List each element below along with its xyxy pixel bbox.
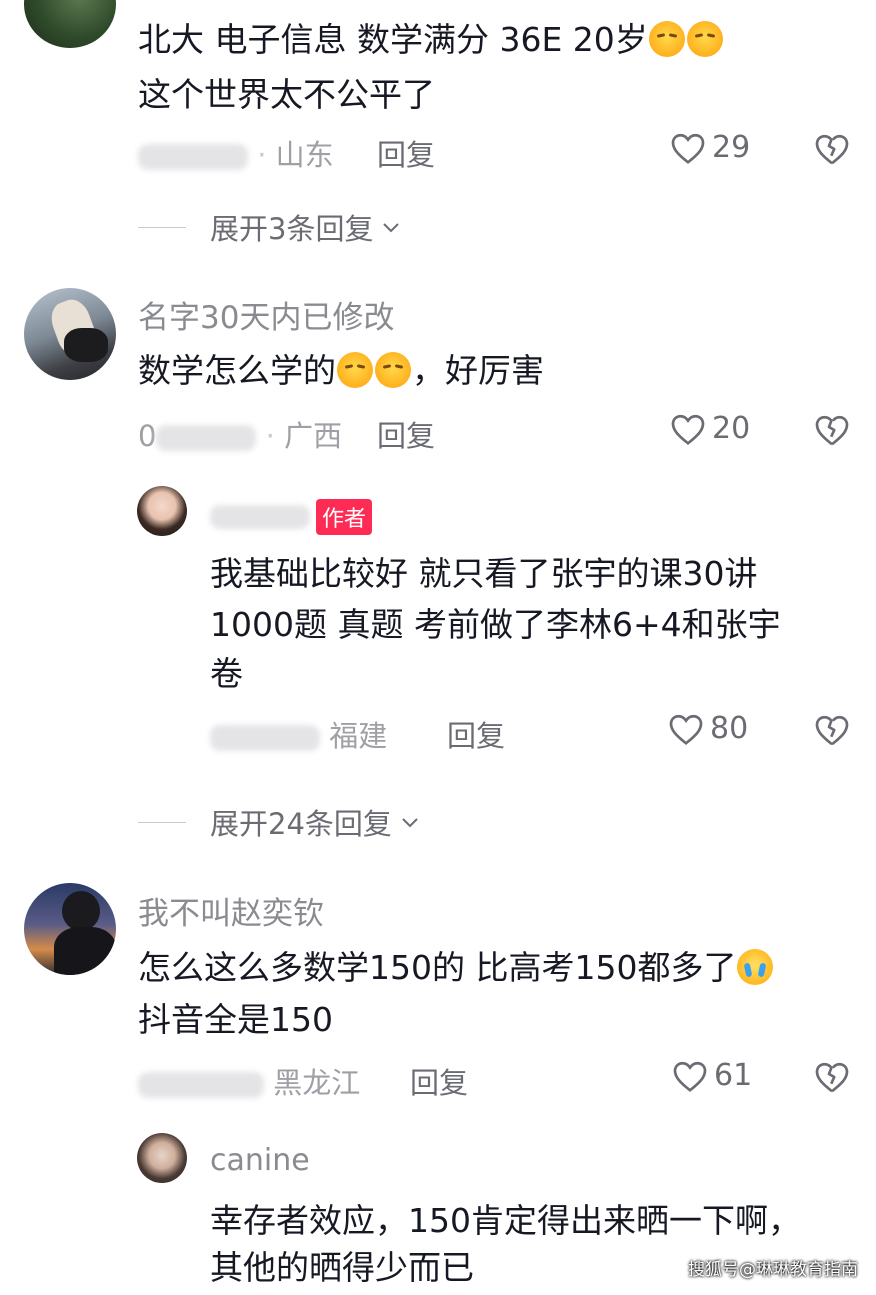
reply-text-line-3: 卷 [210, 654, 243, 693]
comment-text-line-2: 这个世界太不公平了 [138, 75, 435, 114]
laugh-cry-emoji-icon [737, 949, 774, 985]
reply-avatar[interactable] [137, 1133, 187, 1183]
like-button[interactable]: 61 [672, 1058, 752, 1093]
author-badge: 作者 [316, 498, 373, 535]
comment-meta: 黑龙江 [138, 1060, 360, 1102]
reply-text-line-2: 1000题 真题 考前做了李林6+4和张宇 [210, 605, 781, 644]
comment-meta: · 山东 [138, 132, 334, 174]
broken-heart-icon [815, 134, 849, 165]
comment-text-line-2: 抖音全是150 [138, 1000, 333, 1039]
divider [138, 821, 186, 823]
grimace-emoji-icon [648, 21, 685, 57]
chevron-down-icon [402, 818, 418, 828]
reply-button[interactable]: 回复 [377, 413, 435, 455]
commenter-name[interactable]: 我不叫赵奕钦 [138, 888, 324, 933]
like-count: 61 [714, 1058, 753, 1093]
divider [138, 226, 186, 228]
reply-author-name[interactable]: 作者 [210, 497, 373, 535]
redacted-date [210, 725, 320, 751]
author-avatar[interactable] [137, 486, 187, 536]
commenter-name[interactable]: 名字30天内已修改 [138, 292, 394, 337]
comment-text: 数学怎么学的 ，好厉害 [138, 351, 544, 390]
like-count: 80 [710, 711, 749, 746]
expand-replies-button[interactable]: 展开24条回复 [138, 801, 422, 843]
like-button[interactable]: 20 [670, 411, 750, 446]
broken-heart-icon [815, 715, 849, 746]
commenter-avatar[interactable] [24, 288, 116, 380]
grimace-emoji-icon [337, 352, 373, 388]
redacted-username [210, 504, 310, 529]
dislike-button[interactable] [814, 713, 850, 751]
redacted-date [156, 425, 257, 451]
comment-text: 怎么这么多数学150的 比高考150都多了 [138, 940, 774, 995]
reply-button[interactable]: 回复 [377, 132, 435, 174]
like-button[interactable]: 29 [670, 130, 750, 165]
heart-outline-icon [673, 1061, 707, 1092]
reply-author-name[interactable]: canine [210, 1143, 310, 1178]
dislike-button[interactable] [814, 1060, 850, 1098]
redacted-date [138, 144, 248, 170]
grimace-emoji-icon [375, 352, 411, 388]
chevron-down-icon [383, 223, 400, 233]
reply-text-line-2: 其他的晒得少而已 [210, 1248, 474, 1287]
broken-heart-icon [815, 415, 849, 446]
comment-date: 0 [138, 419, 157, 453]
redacted-date [138, 1072, 264, 1098]
like-count: 20 [712, 411, 751, 446]
dislike-button[interactable] [814, 413, 850, 451]
reply-location: 福建 [329, 719, 388, 753]
expand-replies-button[interactable]: 展开3条回复 [138, 206, 403, 248]
reply-meta: 福建 [210, 713, 387, 755]
reply-button[interactable]: 回复 [410, 1060, 468, 1102]
reply-text: 我基础比较好 就只看了张宇的课30讲 [210, 554, 758, 593]
reply-button[interactable]: 回复 [447, 713, 505, 755]
like-count: 29 [712, 130, 751, 165]
comment-meta: 0 · 广西 [138, 419, 343, 453]
broken-heart-icon [815, 1062, 849, 1093]
heart-outline-icon [669, 714, 703, 745]
like-button[interactable]: 80 [668, 711, 748, 746]
heart-outline-icon [671, 133, 705, 164]
grimace-emoji-icon [686, 21, 723, 57]
heart-outline-icon [671, 414, 705, 445]
comment-location: 广西 [284, 419, 343, 453]
watermark: 搜狐号@琳琳教育指南 [688, 1260, 858, 1280]
commenter-avatar[interactable] [24, 883, 116, 975]
dislike-button[interactable] [814, 132, 850, 170]
comment-location: 黑龙江 [273, 1066, 361, 1100]
commenter-avatar[interactable] [24, 0, 116, 48]
comment-text: 北大 电子信息 数学满分 36E 20岁 [138, 12, 724, 67]
comment-location: 山东 [275, 138, 334, 172]
